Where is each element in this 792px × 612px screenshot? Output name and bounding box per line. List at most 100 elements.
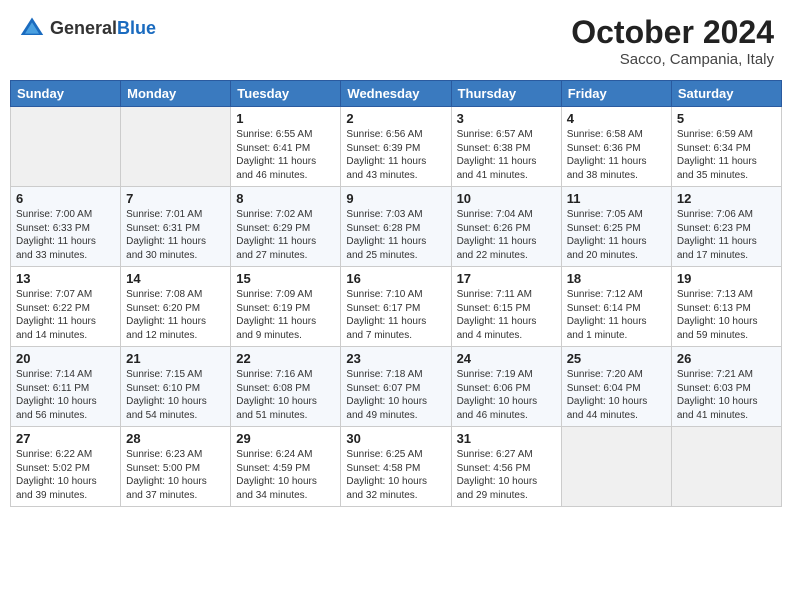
calendar-cell: 2Sunrise: 6:56 AMSunset: 6:39 PMDaylight…	[341, 107, 451, 187]
day-number: 13	[16, 271, 115, 286]
cell-info: Sunrise: 7:04 AMSunset: 6:26 PMDaylight:…	[457, 208, 556, 262]
day-number: 15	[236, 271, 335, 286]
calendar-cell: 19 Sunrise: 7:13 AMSunset: 6:13 PMDayligh…	[671, 267, 781, 347]
cell-info: Sunrise: 7:06 AMSunset: 6:23 PMDaylight:…	[677, 208, 776, 262]
calendar-cell: 4 Sunrise: 6:58 AMSunset: 6:36 PMDaylight…	[561, 107, 671, 187]
day-header-friday: Friday	[561, 81, 671, 107]
cell-info: Sunrise: 7:16 AMSunset: 6:08 PMDaylight:…	[236, 368, 335, 422]
day-number: 11	[567, 191, 666, 206]
calendar-cell: 6 Sunrise: 7:00 AMSunset: 6:33 PMDaylight…	[11, 187, 121, 267]
day-number: 8	[236, 191, 335, 206]
cell-info: Sunrise: 6:57 AMSunset: 6:38 PMDaylight:…	[457, 128, 556, 182]
day-number: 20	[16, 351, 115, 366]
calendar-cell: 18 Sunrise: 7:12 AMSunset: 6:14 PMDayligh…	[561, 267, 671, 347]
calendar-cell: 7Sunrise: 7:01 AMSunset: 6:31 PMDaylight…	[121, 187, 231, 267]
day-number: 30	[346, 431, 445, 446]
day-number: 23	[346, 351, 445, 366]
day-number: 24	[457, 351, 556, 366]
day-number: 4	[567, 111, 666, 126]
day-number: 21	[126, 351, 225, 366]
calendar-cell: 30 Sunrise: 6:25 AMSunset: 4:58 PMDayligh…	[341, 427, 451, 507]
calendar-cell: 16 Sunrise: 7:10 AMSunset: 6:17 PMDayligh…	[341, 267, 451, 347]
cell-info: Sunrise: 6:25 AMSunset: 4:58 PMDaylight:…	[346, 448, 445, 502]
cell-info: Sunrise: 7:12 AMSunset: 6:14 PMDaylight:…	[567, 288, 666, 342]
cell-info: Sunrise: 7:00 AMSunset: 6:33 PMDaylight:…	[16, 208, 115, 262]
day-number: 7	[126, 191, 225, 206]
day-header-monday: Monday	[121, 81, 231, 107]
day-number: 31	[457, 431, 556, 446]
calendar-cell: 1 Sunrise: 6:55 AMSunset: 6:41 PMDaylight…	[231, 107, 341, 187]
calendar-cell: 9 Sunrise: 7:03 AMSunset: 6:28 PMDaylight…	[341, 187, 451, 267]
logo-icon	[18, 14, 46, 42]
calendar-cell: 23 Sunrise: 7:18 AMSunset: 6:07 PMDayligh…	[341, 347, 451, 427]
day-header-saturday: Saturday	[671, 81, 781, 107]
cell-info: Sunrise: 6:22 AMSunset: 5:02 PMDaylight:…	[16, 448, 115, 502]
calendar-cell: 10Sunrise: 7:04 AMSunset: 6:26 PMDayligh…	[451, 187, 561, 267]
calendar-cell: 28 Sunrise: 6:23 AMSunset: 5:00 PMDayligh…	[121, 427, 231, 507]
calendar-table: SundayMondayTuesdayWednesdayThursdayFrid…	[10, 80, 782, 507]
calendar-cell	[121, 107, 231, 187]
cell-info: Sunrise: 6:23 AMSunset: 5:00 PMDaylight:…	[126, 448, 225, 502]
cell-info: Sunrise: 6:27 AMSunset: 4:56 PMDaylight:…	[457, 448, 556, 502]
logo-general: General	[50, 18, 117, 38]
day-number: 6	[16, 191, 115, 206]
cell-info: Sunrise: 7:20 AMSunset: 6:04 PMDaylight:…	[567, 368, 666, 422]
day-number: 5	[677, 111, 776, 126]
calendar-cell: 14 Sunrise: 7:08 AMSunset: 6:20 PMDayligh…	[121, 267, 231, 347]
page-header: GeneralBlue October 2024 Sacco, Campania…	[10, 10, 782, 72]
calendar-week-2: 6 Sunrise: 7:00 AMSunset: 6:33 PMDaylight…	[11, 187, 782, 267]
day-number: 27	[16, 431, 115, 446]
calendar-header-row: SundayMondayTuesdayWednesdayThursdayFrid…	[11, 81, 782, 107]
calendar-cell: 29 Sunrise: 6:24 AMSunset: 4:59 PMDayligh…	[231, 427, 341, 507]
cell-info: Sunrise: 6:59 AMSunset: 6:34 PMDaylight:…	[677, 128, 776, 182]
day-number: 22	[236, 351, 335, 366]
calendar-cell: 12Sunrise: 7:06 AMSunset: 6:23 PMDayligh…	[671, 187, 781, 267]
day-number: 17	[457, 271, 556, 286]
logo: GeneralBlue	[18, 14, 156, 42]
calendar-cell: 13 Sunrise: 7:07 AMSunset: 6:22 PMDayligh…	[11, 267, 121, 347]
cell-info: Sunrise: 7:14 AMSunset: 6:11 PMDaylight:…	[16, 368, 115, 422]
cell-info: Sunrise: 7:11 AMSunset: 6:15 PMDaylight:…	[457, 288, 556, 342]
cell-info: Sunrise: 7:03 AMSunset: 6:28 PMDaylight:…	[346, 208, 445, 262]
cell-info: Sunrise: 7:08 AMSunset: 6:20 PMDaylight:…	[126, 288, 225, 342]
calendar-cell: 11 Sunrise: 7:05 AMSunset: 6:25 PMDayligh…	[561, 187, 671, 267]
cell-info: Sunrise: 7:10 AMSunset: 6:17 PMDaylight:…	[346, 288, 445, 342]
cell-info: Sunrise: 6:24 AMSunset: 4:59 PMDaylight:…	[236, 448, 335, 502]
calendar-cell: 24 Sunrise: 7:19 AMSunset: 6:06 PMDayligh…	[451, 347, 561, 427]
calendar-cell: 27 Sunrise: 6:22 AMSunset: 5:02 PMDayligh…	[11, 427, 121, 507]
cell-info: Sunrise: 7:18 AMSunset: 6:07 PMDaylight:…	[346, 368, 445, 422]
cell-info: Sunrise: 6:55 AMSunset: 6:41 PMDaylight:…	[236, 128, 335, 182]
day-number: 28	[126, 431, 225, 446]
day-number: 19	[677, 271, 776, 286]
calendar-week-1: 1 Sunrise: 6:55 AMSunset: 6:41 PMDaylight…	[11, 107, 782, 187]
logo-blue: Blue	[117, 18, 156, 38]
cell-info: Sunrise: 7:07 AMSunset: 6:22 PMDaylight:…	[16, 288, 115, 342]
calendar-cell: 5 Sunrise: 6:59 AMSunset: 6:34 PMDaylight…	[671, 107, 781, 187]
cell-info: Sunrise: 7:15 AMSunset: 6:10 PMDaylight:…	[126, 368, 225, 422]
location: Sacco, Campania, Italy	[571, 51, 774, 68]
day-number: 3	[457, 111, 556, 126]
calendar-cell: 15Sunrise: 7:09 AMSunset: 6:19 PMDayligh…	[231, 267, 341, 347]
day-number: 14	[126, 271, 225, 286]
calendar-cell: 21 Sunrise: 7:15 AMSunset: 6:10 PMDayligh…	[121, 347, 231, 427]
day-number: 1	[236, 111, 335, 126]
day-number: 9	[346, 191, 445, 206]
day-header-wednesday: Wednesday	[341, 81, 451, 107]
day-number: 16	[346, 271, 445, 286]
cell-info: Sunrise: 7:19 AMSunset: 6:06 PMDaylight:…	[457, 368, 556, 422]
calendar-cell: 8Sunrise: 7:02 AMSunset: 6:29 PMDaylight…	[231, 187, 341, 267]
day-header-sunday: Sunday	[11, 81, 121, 107]
calendar-week-5: 27 Sunrise: 6:22 AMSunset: 5:02 PMDayligh…	[11, 427, 782, 507]
day-number: 18	[567, 271, 666, 286]
calendar-cell	[11, 107, 121, 187]
day-number: 25	[567, 351, 666, 366]
cell-info: Sunrise: 7:13 AMSunset: 6:13 PMDaylight:…	[677, 288, 776, 342]
day-number: 29	[236, 431, 335, 446]
cell-info: Sunrise: 7:05 AMSunset: 6:25 PMDaylight:…	[567, 208, 666, 262]
calendar-cell: 22 Sunrise: 7:16 AMSunset: 6:08 PMDayligh…	[231, 347, 341, 427]
calendar-cell	[561, 427, 671, 507]
cell-info: Sunrise: 7:21 AMSunset: 6:03 PMDaylight:…	[677, 368, 776, 422]
cell-info: Sunrise: 6:58 AMSunset: 6:36 PMDaylight:…	[567, 128, 666, 182]
day-header-thursday: Thursday	[451, 81, 561, 107]
cell-info: Sunrise: 6:56 AMSunset: 6:39 PMDaylight:…	[346, 128, 445, 182]
